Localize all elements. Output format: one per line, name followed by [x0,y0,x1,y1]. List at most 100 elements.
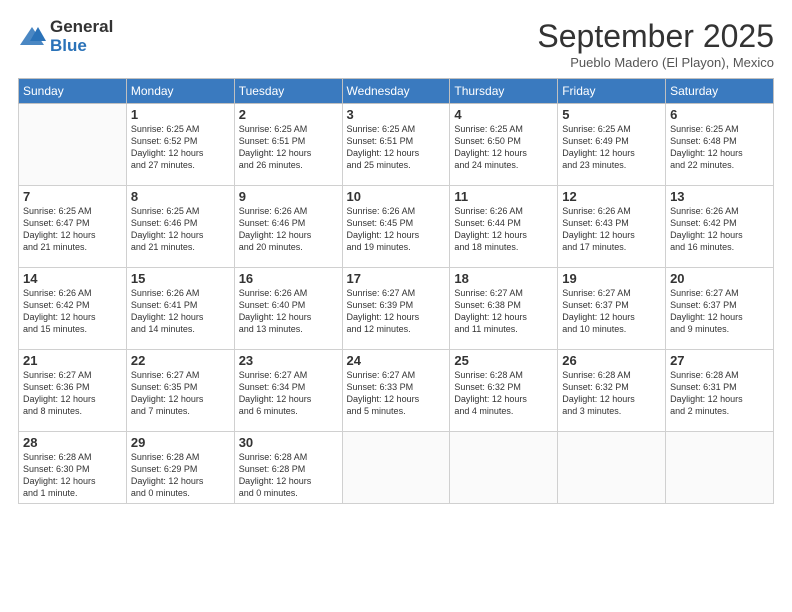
table-row: 5Sunrise: 6:25 AM Sunset: 6:49 PM Daylig… [558,104,666,186]
day-number: 8 [131,189,230,204]
cell-info: Sunrise: 6:26 AM Sunset: 6:45 PM Dayligh… [347,205,446,254]
table-row: 6Sunrise: 6:25 AM Sunset: 6:48 PM Daylig… [666,104,774,186]
cell-info: Sunrise: 6:28 AM Sunset: 6:32 PM Dayligh… [454,369,553,418]
day-number: 2 [239,107,338,122]
col-wednesday: Wednesday [342,79,450,104]
cell-info: Sunrise: 6:26 AM Sunset: 6:44 PM Dayligh… [454,205,553,254]
day-number: 25 [454,353,553,368]
cell-info: Sunrise: 6:25 AM Sunset: 6:46 PM Dayligh… [131,205,230,254]
day-number: 1 [131,107,230,122]
table-row: 28Sunrise: 6:28 AM Sunset: 6:30 PM Dayli… [19,432,127,504]
table-row: 24Sunrise: 6:27 AM Sunset: 6:33 PM Dayli… [342,350,450,432]
day-number: 14 [23,271,122,286]
header: General Blue September 2025 Pueblo Mader… [18,18,774,70]
col-saturday: Saturday [666,79,774,104]
cell-info: Sunrise: 6:28 AM Sunset: 6:32 PM Dayligh… [562,369,661,418]
table-row: 18Sunrise: 6:27 AM Sunset: 6:38 PM Dayli… [450,268,558,350]
table-row: 30Sunrise: 6:28 AM Sunset: 6:28 PM Dayli… [234,432,342,504]
table-row: 15Sunrise: 6:26 AM Sunset: 6:41 PM Dayli… [126,268,234,350]
table-row: 3Sunrise: 6:25 AM Sunset: 6:51 PM Daylig… [342,104,450,186]
cell-info: Sunrise: 6:26 AM Sunset: 6:42 PM Dayligh… [23,287,122,336]
cell-info: Sunrise: 6:25 AM Sunset: 6:49 PM Dayligh… [562,123,661,172]
day-number: 3 [347,107,446,122]
header-row: Sunday Monday Tuesday Wednesday Thursday… [19,79,774,104]
day-number: 28 [23,435,122,450]
cell-info: Sunrise: 6:28 AM Sunset: 6:28 PM Dayligh… [239,451,338,500]
cell-info: Sunrise: 6:26 AM Sunset: 6:42 PM Dayligh… [670,205,769,254]
day-number: 7 [23,189,122,204]
cell-info: Sunrise: 6:25 AM Sunset: 6:52 PM Dayligh… [131,123,230,172]
cell-info: Sunrise: 6:28 AM Sunset: 6:31 PM Dayligh… [670,369,769,418]
table-row: 10Sunrise: 6:26 AM Sunset: 6:45 PM Dayli… [342,186,450,268]
day-number: 15 [131,271,230,286]
day-number: 5 [562,107,661,122]
day-number: 16 [239,271,338,286]
cell-info: Sunrise: 6:27 AM Sunset: 6:37 PM Dayligh… [562,287,661,336]
table-row: 13Sunrise: 6:26 AM Sunset: 6:42 PM Dayli… [666,186,774,268]
logo-icon [18,23,46,51]
table-row: 26Sunrise: 6:28 AM Sunset: 6:32 PM Dayli… [558,350,666,432]
table-row: 25Sunrise: 6:28 AM Sunset: 6:32 PM Dayli… [450,350,558,432]
logo-general: General [50,18,113,37]
day-number: 9 [239,189,338,204]
cell-info: Sunrise: 6:27 AM Sunset: 6:36 PM Dayligh… [23,369,122,418]
day-number: 26 [562,353,661,368]
cell-info: Sunrise: 6:27 AM Sunset: 6:39 PM Dayligh… [347,287,446,336]
logo-text: General Blue [50,18,113,55]
table-row [19,104,127,186]
day-number: 4 [454,107,553,122]
logo-blue: Blue [50,37,113,56]
table-row: 22Sunrise: 6:27 AM Sunset: 6:35 PM Dayli… [126,350,234,432]
cell-info: Sunrise: 6:25 AM Sunset: 6:51 PM Dayligh… [239,123,338,172]
day-number: 13 [670,189,769,204]
table-row [666,432,774,504]
cell-info: Sunrise: 6:27 AM Sunset: 6:35 PM Dayligh… [131,369,230,418]
table-row: 27Sunrise: 6:28 AM Sunset: 6:31 PM Dayli… [666,350,774,432]
table-row: 11Sunrise: 6:26 AM Sunset: 6:44 PM Dayli… [450,186,558,268]
calendar-table: Sunday Monday Tuesday Wednesday Thursday… [18,78,774,504]
day-number: 18 [454,271,553,286]
table-row: 21Sunrise: 6:27 AM Sunset: 6:36 PM Dayli… [19,350,127,432]
table-row: 19Sunrise: 6:27 AM Sunset: 6:37 PM Dayli… [558,268,666,350]
col-sunday: Sunday [19,79,127,104]
cell-info: Sunrise: 6:28 AM Sunset: 6:30 PM Dayligh… [23,451,122,500]
day-number: 12 [562,189,661,204]
table-row: 4Sunrise: 6:25 AM Sunset: 6:50 PM Daylig… [450,104,558,186]
day-number: 22 [131,353,230,368]
cell-info: Sunrise: 6:27 AM Sunset: 6:34 PM Dayligh… [239,369,338,418]
cell-info: Sunrise: 6:27 AM Sunset: 6:38 PM Dayligh… [454,287,553,336]
table-row: 20Sunrise: 6:27 AM Sunset: 6:37 PM Dayli… [666,268,774,350]
day-number: 11 [454,189,553,204]
cell-info: Sunrise: 6:26 AM Sunset: 6:40 PM Dayligh… [239,287,338,336]
table-row: 23Sunrise: 6:27 AM Sunset: 6:34 PM Dayli… [234,350,342,432]
day-number: 27 [670,353,769,368]
table-row: 17Sunrise: 6:27 AM Sunset: 6:39 PM Dayli… [342,268,450,350]
table-row: 16Sunrise: 6:26 AM Sunset: 6:40 PM Dayli… [234,268,342,350]
cell-info: Sunrise: 6:27 AM Sunset: 6:37 PM Dayligh… [670,287,769,336]
page: General Blue September 2025 Pueblo Mader… [0,0,792,612]
day-number: 21 [23,353,122,368]
day-number: 20 [670,271,769,286]
day-number: 6 [670,107,769,122]
cell-info: Sunrise: 6:26 AM Sunset: 6:41 PM Dayligh… [131,287,230,336]
table-row [558,432,666,504]
table-row: 1Sunrise: 6:25 AM Sunset: 6:52 PM Daylig… [126,104,234,186]
table-row: 7Sunrise: 6:25 AM Sunset: 6:47 PM Daylig… [19,186,127,268]
day-number: 23 [239,353,338,368]
table-row [450,432,558,504]
cell-info: Sunrise: 6:26 AM Sunset: 6:43 PM Dayligh… [562,205,661,254]
logo: General Blue [18,18,113,55]
col-friday: Friday [558,79,666,104]
day-number: 19 [562,271,661,286]
table-row: 9Sunrise: 6:26 AM Sunset: 6:46 PM Daylig… [234,186,342,268]
day-number: 29 [131,435,230,450]
day-number: 30 [239,435,338,450]
table-row: 14Sunrise: 6:26 AM Sunset: 6:42 PM Dayli… [19,268,127,350]
table-row [342,432,450,504]
cell-info: Sunrise: 6:27 AM Sunset: 6:33 PM Dayligh… [347,369,446,418]
cell-info: Sunrise: 6:26 AM Sunset: 6:46 PM Dayligh… [239,205,338,254]
col-tuesday: Tuesday [234,79,342,104]
col-thursday: Thursday [450,79,558,104]
cell-info: Sunrise: 6:25 AM Sunset: 6:50 PM Dayligh… [454,123,553,172]
title-block: September 2025 Pueblo Madero (El Playon)… [537,18,774,70]
